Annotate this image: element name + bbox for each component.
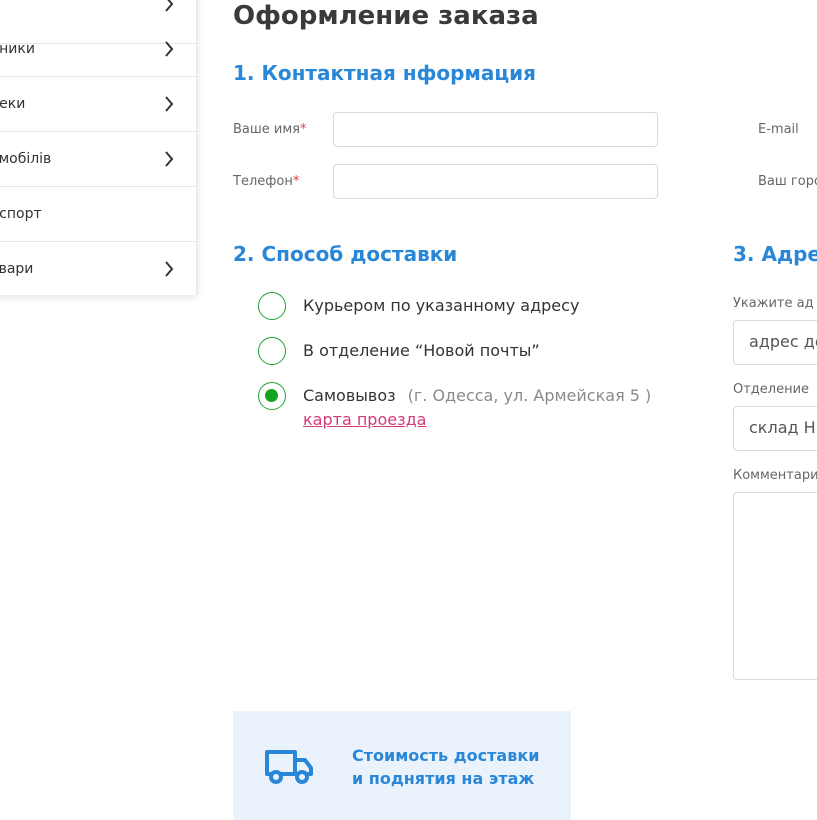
chevron-right-icon bbox=[165, 41, 174, 57]
delivery-nova-poshta-radio[interactable] bbox=[258, 337, 286, 365]
sidebar-item-3[interactable]: пеки bbox=[0, 78, 196, 132]
comment-textarea[interactable] bbox=[733, 492, 817, 680]
chevron-right-icon bbox=[165, 151, 174, 167]
phone-input[interactable] bbox=[333, 164, 658, 199]
contact-section-title: 1. Контактная нформация bbox=[233, 61, 536, 85]
map-directions-link[interactable]: карта проезда bbox=[303, 410, 426, 429]
chevron-right-icon bbox=[165, 261, 174, 277]
pickup-label-text: Самовывоз bbox=[303, 386, 396, 405]
delivery-section-title: 2. Способ доставки bbox=[233, 242, 458, 266]
truck-icon bbox=[265, 750, 313, 784]
name-label: Ваше имя* bbox=[233, 122, 307, 137]
name-label-text: Ваше имя bbox=[233, 122, 300, 137]
comment-label: Комментари bbox=[733, 468, 817, 483]
phone-label: Телефон* bbox=[233, 174, 299, 189]
address-value: адрес до bbox=[749, 332, 817, 351]
delivery-cost-line1: Стоимость доставки bbox=[352, 746, 540, 765]
sidebar-item-label: нники bbox=[0, 41, 35, 57]
delivery-courier-radio[interactable] bbox=[258, 292, 286, 320]
required-mark: * bbox=[292, 174, 300, 189]
sidebar-item-label: овари bbox=[0, 261, 34, 277]
sidebar-item-2[interactable]: нники bbox=[0, 23, 196, 77]
page-title: Оформление заказа bbox=[233, 1, 539, 31]
sidebar-item-label: омобілів bbox=[0, 151, 52, 167]
sidebar-item-label: нспорт bbox=[0, 206, 42, 222]
address-input[interactable]: адрес до bbox=[733, 320, 817, 365]
email-label: E-mail bbox=[758, 122, 799, 137]
branch-label: Отделение bbox=[733, 382, 810, 397]
sidebar-item-4[interactable]: омобілів bbox=[0, 133, 196, 187]
sidebar-item-label: пеки bbox=[0, 96, 26, 112]
delivery-pickup-label[interactable]: Самовывоз (г. Одесса, ул. Армейская 5 ) bbox=[303, 386, 651, 405]
delivery-cost-text: Стоимость доставки и поднятия на этаж bbox=[352, 744, 539, 790]
delivery-courier-label[interactable]: Курьером по указанному адресу bbox=[303, 296, 579, 315]
sidebar-item-6[interactable]: овари bbox=[0, 243, 196, 297]
branch-select[interactable]: склад Н bbox=[733, 406, 817, 451]
delivery-pickup-radio[interactable] bbox=[258, 382, 286, 410]
address-section-title: 3. Адре bbox=[733, 242, 817, 266]
chevron-right-icon bbox=[165, 0, 174, 12]
name-input[interactable] bbox=[333, 112, 658, 147]
category-sidebar: нники пеки омобілів нспорт овари bbox=[0, 0, 197, 295]
phone-label-text: Телефон bbox=[233, 174, 293, 189]
branch-value: склад Н bbox=[749, 418, 816, 437]
delivery-cost-banner[interactable]: Стоимость доставки и поднятия на этаж bbox=[233, 711, 571, 820]
chevron-right-icon bbox=[165, 96, 174, 112]
delivery-cost-line2: и поднятия на этаж bbox=[352, 769, 535, 788]
required-mark: * bbox=[300, 122, 307, 137]
pickup-address-note: (г. Одесса, ул. Армейская 5 ) bbox=[407, 386, 652, 405]
delivery-nova-poshta-label[interactable]: В отделение “Новой почты” bbox=[303, 341, 540, 360]
sidebar-item-5[interactable]: нспорт bbox=[0, 188, 196, 242]
address-label: Укажите ад bbox=[733, 296, 814, 311]
city-label: Ваш горо bbox=[758, 174, 817, 189]
